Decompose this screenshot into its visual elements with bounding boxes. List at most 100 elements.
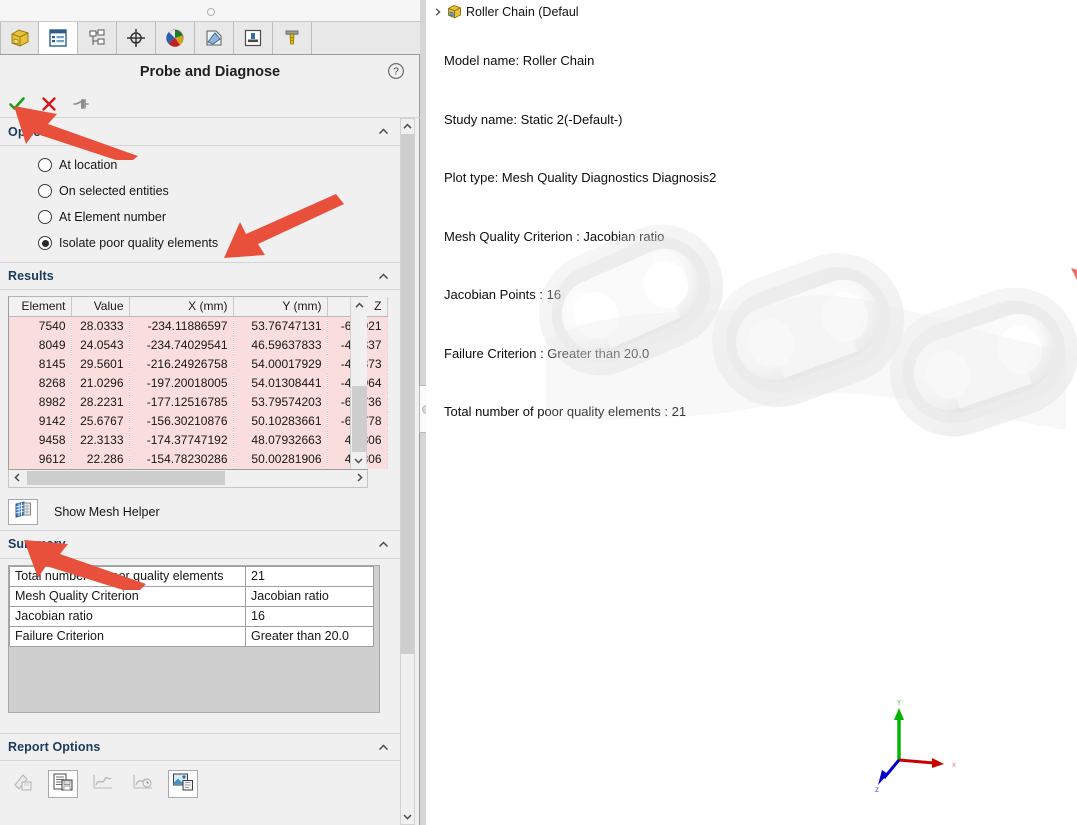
table-row[interactable]: 8049 24.0543 -234.74029541 46.59637833 -…: [9, 336, 387, 355]
tab-configuration-manager[interactable]: [78, 22, 117, 54]
save-report-button[interactable]: [48, 770, 78, 798]
table-row[interactable]: 9142 25.6767 -156.30210876 50.10283661 -…: [9, 412, 387, 431]
cell-value: 21.0296: [71, 374, 129, 393]
section-header-options[interactable]: Options: [0, 118, 402, 146]
cell-x: -197.20018005: [129, 374, 233, 393]
show-mesh-helper-button[interactable]: [8, 499, 38, 525]
table-row[interactable]: 8145 29.5601 -216.24926758 54.00017929 -…: [9, 355, 387, 374]
mesh-helper-icon: [13, 500, 33, 523]
results-vertical-scrollbar[interactable]: [350, 297, 367, 469]
cell-element: 9142: [9, 412, 71, 431]
option-isolate-poor-quality-elements[interactable]: Isolate poor quality elements: [0, 230, 402, 256]
cell-x: -174.37747192: [129, 431, 233, 450]
scrollbar-thumb[interactable]: [27, 471, 225, 485]
tab-dimxpert-manager[interactable]: [117, 22, 156, 54]
cell-x: -234.74029541: [129, 336, 233, 355]
report-options-toolbar: [0, 761, 402, 807]
chevron-up-icon[interactable]: [377, 270, 390, 283]
pin-button[interactable]: [68, 92, 94, 116]
column-header-y[interactable]: Y (mm): [233, 297, 327, 317]
save-as-report-button[interactable]: [8, 770, 38, 798]
plot-chart-button[interactable]: [88, 770, 118, 798]
cell-x: -216.24926758: [129, 355, 233, 374]
panel-action-bar: [0, 90, 420, 118]
save-as-report-disabled-icon: [11, 771, 35, 796]
cell-x: -234.11886597: [129, 317, 233, 336]
triad-y-label: Y: [896, 700, 902, 707]
cell-value: 24.0543: [71, 336, 129, 355]
summary-title: Summary: [8, 537, 66, 551]
tab-cam-tool-tree[interactable]: [273, 22, 312, 54]
option-on-selected-entities[interactable]: On selected entities: [0, 178, 402, 204]
save-image-icon: [172, 772, 194, 795]
roller-chain-model[interactable]: [426, 0, 1077, 825]
cell-element: 8982: [9, 393, 71, 412]
table-row[interactable]: 9612 22.286 -154.78230286 50.00281906 4.…: [9, 450, 387, 469]
cell-y: 53.76747131: [233, 317, 327, 336]
radio-at-element-number[interactable]: [38, 210, 52, 224]
option-at-element-number[interactable]: At Element number: [0, 204, 402, 230]
summary-row: Jacobian ratio 16: [10, 606, 374, 626]
radio-at-location[interactable]: [38, 158, 52, 172]
probe-chart-button[interactable]: [128, 770, 158, 798]
cancel-button[interactable]: [36, 92, 62, 116]
tab-cam-feature-tree[interactable]: [195, 22, 234, 54]
summary-row: Failure Criterion Greater than 20.0: [10, 626, 374, 646]
column-header-x[interactable]: X (mm): [129, 297, 233, 317]
chevron-up-icon[interactable]: [377, 538, 390, 551]
option-at-location[interactable]: At location: [0, 152, 402, 178]
results-table: Element Value X (mm) Y (mm) Z 7540 28.03…: [9, 297, 388, 469]
chain-link-group: [519, 205, 1077, 454]
column-header-value[interactable]: Value: [71, 297, 129, 317]
tab-feature-manager-design-tree[interactable]: [0, 22, 39, 54]
results-title: Results: [8, 269, 54, 283]
table-row[interactable]: 8982 28.2231 -177.12516785 53.79574203 -…: [9, 393, 387, 412]
section-header-report-options[interactable]: Report Options: [0, 733, 402, 761]
results-table-wrapper: Element Value X (mm) Y (mm) Z 7540 28.03…: [8, 296, 394, 470]
option-label: At location: [59, 158, 117, 172]
scroll-right-icon[interactable]: [351, 470, 367, 486]
tab-property-manager[interactable]: [39, 22, 78, 54]
column-header-element[interactable]: Element: [9, 297, 71, 317]
summary-key: Jacobian ratio: [10, 606, 246, 626]
triad-x-label: x: [952, 760, 956, 769]
radio-isolate-poor-quality-elements[interactable]: [38, 236, 52, 250]
accept-button[interactable]: [4, 92, 30, 116]
cell-y: 54.01308441: [233, 374, 327, 393]
scrollbar-thumb[interactable]: [401, 134, 414, 654]
scroll-up-icon[interactable]: [401, 119, 414, 134]
section-header-results[interactable]: Results: [0, 262, 402, 290]
scroll-up-icon[interactable]: [351, 297, 367, 314]
table-row[interactable]: 7540 28.0333 -234.11886597 53.76747131 -…: [9, 317, 387, 336]
summary-value: Jacobian ratio: [246, 586, 374, 606]
section-header-summary[interactable]: Summary: [0, 531, 402, 559]
scroll-down-icon[interactable]: [351, 452, 366, 469]
list-panel-icon: [47, 27, 69, 49]
chevron-up-icon[interactable]: [377, 741, 390, 754]
tab-display-manager[interactable]: [156, 22, 195, 54]
panel-collapse-dot[interactable]: [207, 8, 215, 16]
results-horizontal-scrollbar[interactable]: [8, 470, 368, 488]
save-image-button[interactable]: [168, 770, 198, 798]
scroll-left-icon[interactable]: [9, 470, 25, 486]
cell-element: 7540: [9, 317, 71, 336]
table-row[interactable]: 8268 21.0296 -197.20018005 54.01308441 -…: [9, 374, 387, 393]
show-mesh-helper-row[interactable]: Show Mesh Helper: [0, 494, 402, 531]
option-label: On selected entities: [59, 184, 169, 198]
summary-table: Total number of poor quality elements 21…: [9, 566, 374, 647]
summary-row: Mesh Quality Criterion Jacobian ratio: [10, 586, 374, 606]
cell-element: 8268: [9, 374, 71, 393]
probe-chart-icon: [131, 772, 155, 795]
summary-row: Total number of poor quality elements 21: [10, 566, 374, 586]
panel-top-strip: [0, 0, 420, 22]
table-row[interactable]: 9458 22.3133 -174.37747192 48.07932663 4…: [9, 431, 387, 450]
help-icon[interactable]: ?: [387, 62, 405, 80]
scroll-down-icon[interactable]: [401, 809, 414, 824]
chevron-up-icon[interactable]: [377, 125, 390, 138]
results-grid[interactable]: Element Value X (mm) Y (mm) Z 7540 28.03…: [8, 296, 368, 470]
panel-scrollbar[interactable]: [400, 118, 415, 825]
report-options-title: Report Options: [8, 740, 100, 754]
graphics-viewport[interactable]: Roller Chain (Defaul Model name: Roller …: [426, 0, 1077, 825]
radio-on-selected-entities[interactable]: [38, 184, 52, 198]
tab-cam-operation-tree[interactable]: [234, 22, 273, 54]
